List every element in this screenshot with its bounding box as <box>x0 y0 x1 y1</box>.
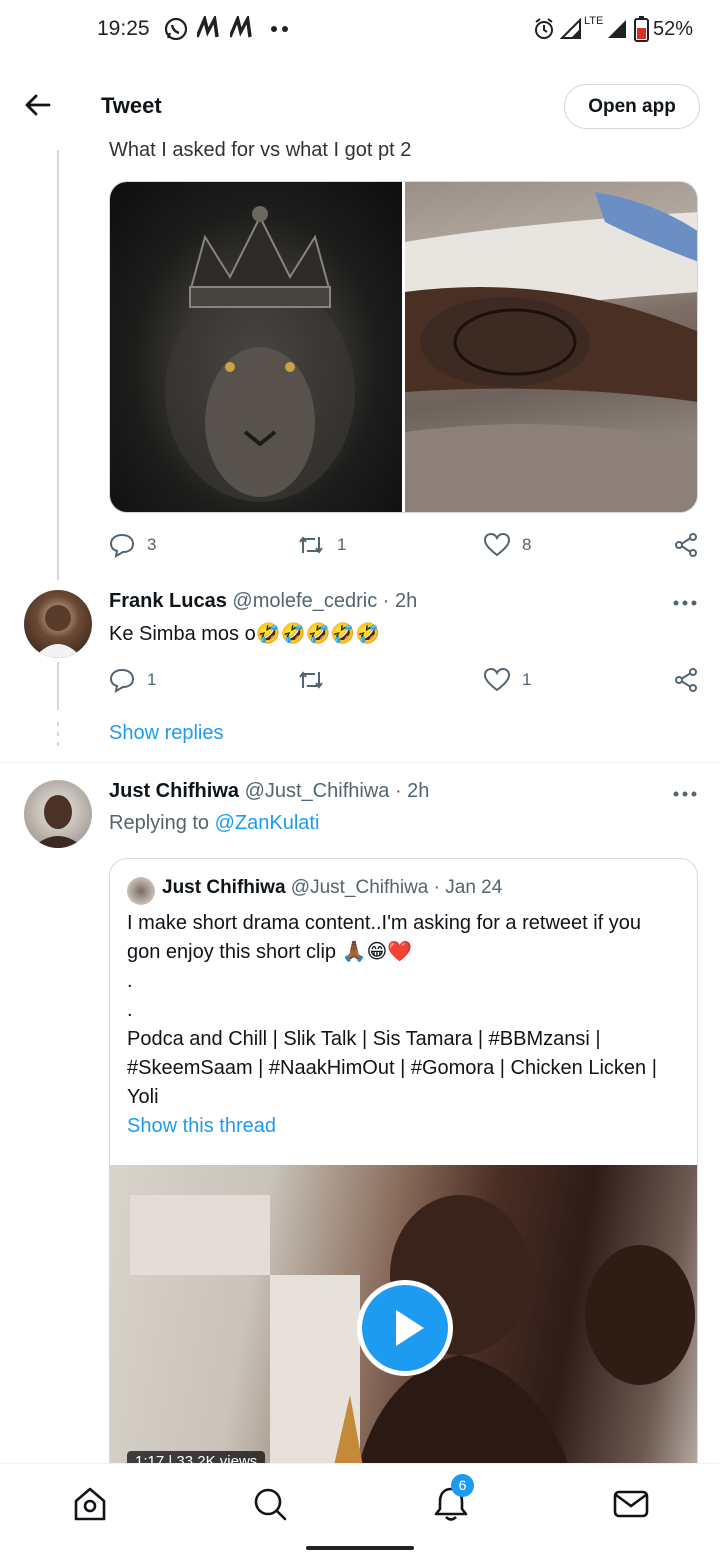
alarm-icon <box>535 18 553 39</box>
heart-icon <box>484 533 510 557</box>
quoted-line: #SkeemSaam | #NaakHimOut | #Gomora | Chi… <box>127 1057 657 1079</box>
avatar <box>127 877 155 905</box>
quoted-line: Yoli <box>127 1086 159 1108</box>
main-tweet-actions: 3 1 8 <box>109 530 699 560</box>
home-icon[interactable] <box>70 1484 110 1524</box>
show-replies-link[interactable]: Show replies <box>109 722 224 745</box>
page-title: Tweet <box>101 93 162 118</box>
author-handle[interactable]: @Just_Chifhiwa <box>245 780 390 802</box>
lion-tattoo-image <box>165 206 355 502</box>
reply-action[interactable]: 1 <box>109 665 156 695</box>
reply-count: 3 <box>147 535 157 554</box>
reply-1-header: Frank Lucas @molefe_cedric · 2h <box>109 590 417 613</box>
show-thread-link[interactable]: Show this thread <box>127 1115 276 1138</box>
reply-count: 1 <box>147 670 157 689</box>
retweet-count: 1 <box>337 535 347 554</box>
thread-dots <box>57 722 59 746</box>
quoted-line: . <box>127 970 133 992</box>
quoted-header: Just Chifhiwa @Just_Chifhiwa · Jan 24 <box>162 877 502 899</box>
video-player[interactable]: 1:17 | 33.2K views <box>110 1165 697 1497</box>
divider <box>0 762 720 763</box>
quoted-date: · Jan 24 <box>433 877 503 898</box>
author-name[interactable]: Just Chifhiwa <box>109 780 239 802</box>
reply-icon <box>109 533 135 558</box>
status-bar: 19:25 LTE 52% <box>0 0 720 62</box>
like-count: 8 <box>522 535 532 554</box>
author-handle[interactable]: @molefe_cedric <box>232 590 377 612</box>
tweet-image-1[interactable] <box>110 182 402 512</box>
messages-icon[interactable] <box>611 1484 651 1524</box>
tweet-image-2[interactable] <box>405 182 697 512</box>
thread-line <box>57 150 59 580</box>
like-action[interactable]: 8 <box>484 530 531 560</box>
signal-icon <box>560 18 581 39</box>
notification-badge: 6 <box>451 1474 474 1497</box>
search-icon[interactable] <box>250 1484 290 1524</box>
quoted-line: gon enjoy this short clip 🙏🏾😁❤️ <box>127 941 413 963</box>
status-time: 19:25 <box>97 17 150 40</box>
reply-2-header: Just Chifhiwa @Just_Chifhiwa · 2h <box>109 780 429 803</box>
reply-icon <box>109 668 135 693</box>
reply-action[interactable]: 3 <box>109 530 156 560</box>
quoted-line: I make short drama content..I'm asking f… <box>127 912 642 934</box>
tweet-time: · 2h <box>394 780 430 802</box>
replying-prefix: Replying to <box>109 812 210 834</box>
replying-to-handle[interactable]: @ZanKulati <box>215 812 320 834</box>
quoted-author-name: Just Chifhiwa <box>162 877 286 898</box>
more-notifications-icon <box>271 26 288 32</box>
battery-percent: 52% <box>653 18 694 40</box>
open-app-button[interactable]: Open app <box>564 84 700 129</box>
back-arrow-icon[interactable] <box>22 90 52 120</box>
share-action[interactable] <box>673 665 699 695</box>
tweet-media-grid[interactable] <box>109 181 698 513</box>
whatsapp-icon <box>164 17 188 41</box>
avatar[interactable] <box>24 590 92 658</box>
author-name[interactable]: Frank Lucas <box>109 590 227 612</box>
retweet-icon <box>299 536 323 554</box>
tweet-text: What I asked for vs what I got pt 2 <box>109 139 412 161</box>
more-options-icon[interactable] <box>672 593 698 613</box>
reply-1-actions: 1 1 <box>109 665 699 695</box>
retweet-action[interactable]: 1 <box>297 530 346 560</box>
heart-icon <box>484 668 510 692</box>
quoted-line: . <box>127 999 133 1021</box>
play-icon <box>396 1310 424 1346</box>
thread-line <box>57 662 59 710</box>
quoted-author-handle: @Just_Chifhiwa <box>290 877 429 898</box>
quoted-line: Podca and Chill | Slik Talk | Sis Tamara… <box>127 1028 601 1050</box>
play-button[interactable] <box>357 1280 453 1376</box>
tweet-time: · 2h <box>382 590 418 612</box>
share-action[interactable] <box>673 530 699 560</box>
more-options-icon[interactable] <box>672 784 698 804</box>
retweet-icon <box>299 671 323 689</box>
quoted-tweet[interactable]: Just Chifhiwa @Just_Chifhiwa · Jan 24 I … <box>109 858 698 1498</box>
avatar[interactable] <box>24 780 92 848</box>
retweet-action[interactable] <box>297 665 325 695</box>
share-icon <box>675 533 697 557</box>
replying-to: Replying to @ZanKulati <box>109 812 319 835</box>
signal-icon-2 <box>608 20 626 38</box>
battery-icon <box>634 16 649 42</box>
like-count: 1 <box>522 670 532 689</box>
lte-label: LTE <box>584 15 604 27</box>
arm-tattoo-image <box>405 192 697 512</box>
news-app-icon-2 <box>230 16 252 38</box>
news-app-icon <box>197 16 219 38</box>
quoted-text: I make short drama content..I'm asking f… <box>127 909 687 1112</box>
like-action[interactable]: 1 <box>484 665 531 695</box>
gesture-handle[interactable] <box>306 1546 414 1550</box>
reply-1-text: Ke Simba mos o🤣🤣🤣🤣🤣 <box>109 623 381 645</box>
share-icon <box>675 668 697 692</box>
